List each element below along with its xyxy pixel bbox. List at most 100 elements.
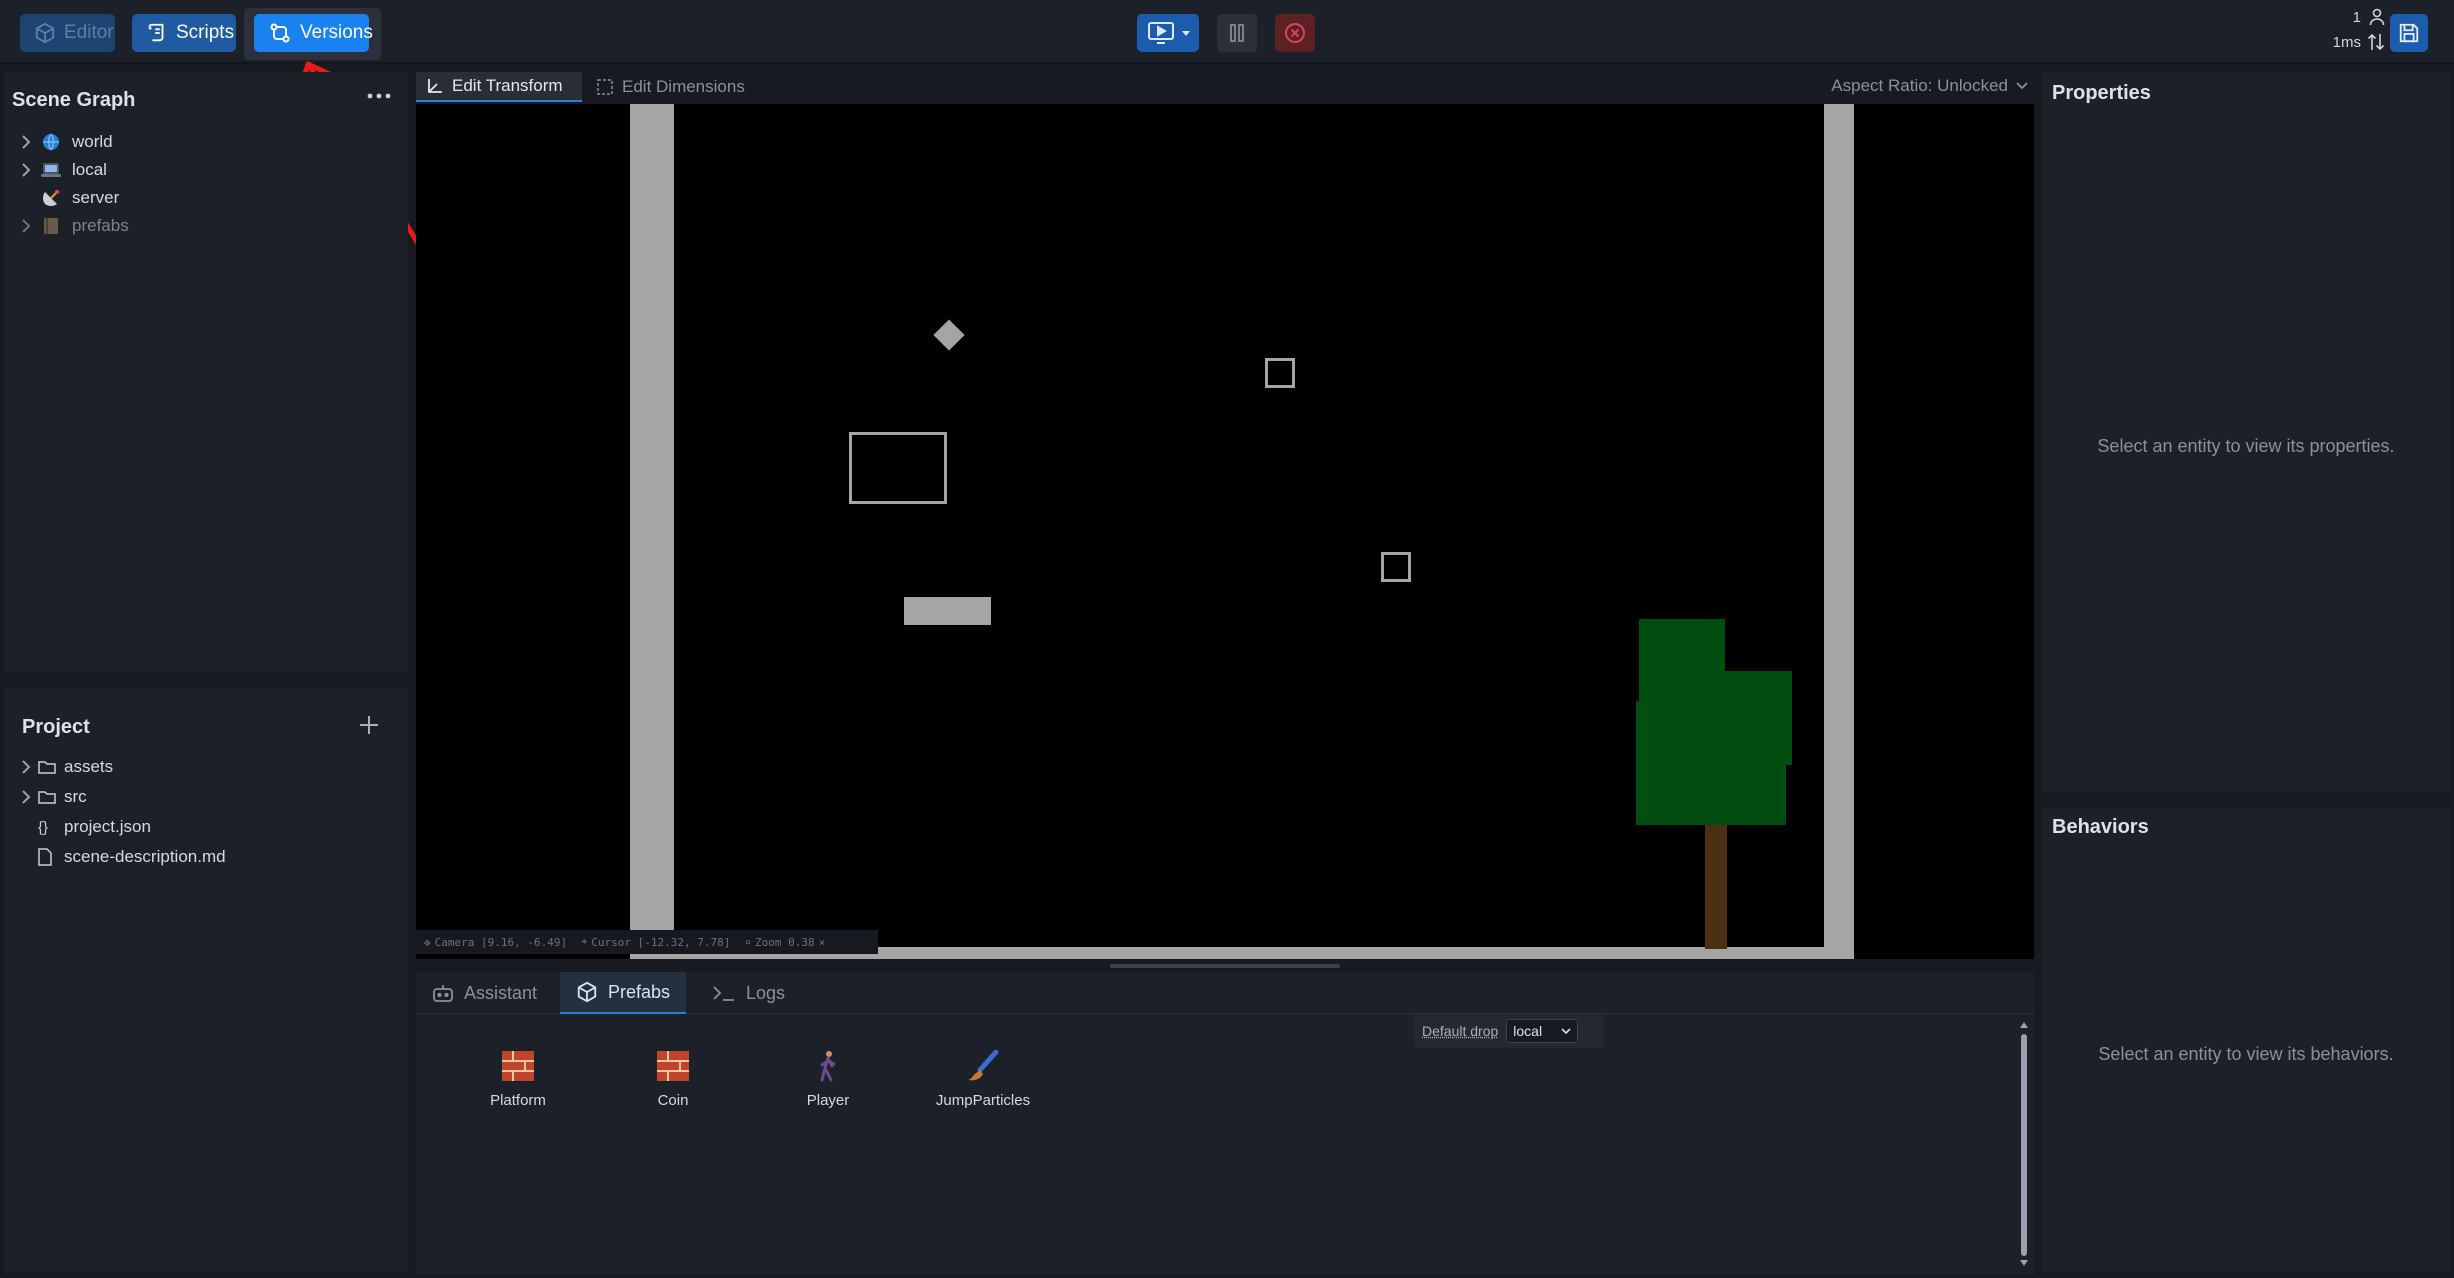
zoom-icon: ⌕ bbox=[744, 935, 751, 949]
user-icon bbox=[2369, 8, 2385, 26]
tree-item-local[interactable]: local bbox=[14, 157, 107, 183]
scripts-button[interactable]: Scripts bbox=[132, 14, 236, 52]
brick-icon bbox=[501, 1050, 535, 1082]
paintbrush-icon bbox=[966, 1050, 1000, 1082]
cursor-readout: ⌖ Cursor [-12.32, 7.78] bbox=[581, 935, 731, 949]
chevron-right-icon[interactable] bbox=[14, 760, 38, 774]
tab-edit-dimensions[interactable]: Edit Dimensions bbox=[586, 72, 766, 102]
pause-button[interactable] bbox=[1217, 14, 1257, 52]
rect-outline-entity[interactable] bbox=[849, 432, 947, 504]
tab-label: Edit Transform bbox=[452, 76, 563, 95]
laptop-icon bbox=[38, 161, 64, 179]
square-outline-entity[interactable] bbox=[1265, 358, 1295, 388]
chevron-down-icon bbox=[2016, 82, 2028, 90]
platform-entity[interactable] bbox=[904, 597, 991, 625]
chevron-right-icon[interactable] bbox=[14, 135, 38, 149]
close-icon[interactable]: × bbox=[819, 936, 826, 949]
close-circle-icon bbox=[1283, 21, 1307, 45]
tree-item-prefabs[interactable]: prefabs bbox=[14, 213, 129, 239]
chevron-down-icon bbox=[1561, 1027, 1571, 1035]
project-item-assets[interactable]: assets bbox=[14, 754, 113, 780]
tree-item-label: assets bbox=[64, 757, 114, 776]
editor-label: Editor bbox=[64, 22, 114, 43]
tab-label: Edit Dimensions bbox=[622, 77, 745, 96]
prefab-platform[interactable]: Platform bbox=[453, 1050, 583, 1130]
aspect-ratio-label: Aspect Ratio: Unlocked bbox=[1831, 76, 2008, 95]
prefab-label: Coin bbox=[657, 1092, 689, 1109]
prefab-player[interactable]: Player bbox=[763, 1050, 893, 1130]
project-panel: Project assets src {} project.json scene… bbox=[4, 688, 408, 1273]
versions-label: Versions bbox=[300, 22, 373, 43]
brick-icon bbox=[656, 1050, 690, 1082]
aspect-ratio-select[interactable]: Aspect Ratio: Unlocked bbox=[1831, 76, 2028, 96]
tab-prefabs[interactable]: Prefabs bbox=[560, 972, 687, 1014]
diamond-entity[interactable] bbox=[933, 319, 965, 351]
scene-graph-title: Scene Graph bbox=[12, 89, 136, 111]
project-item-src[interactable]: src bbox=[14, 784, 87, 810]
scroll-icon bbox=[146, 22, 168, 44]
camera-readout: ✥ Camera [9.16, -6.49] bbox=[424, 935, 568, 949]
cursor-icon: ⌖ bbox=[581, 935, 588, 948]
project-item-scene-description[interactable]: scene-description.md bbox=[14, 844, 226, 870]
tree-foliage bbox=[1716, 671, 1792, 765]
save-button[interactable] bbox=[2390, 14, 2428, 52]
prefab-label: Platform bbox=[490, 1092, 546, 1109]
scene-graph-panel: Scene Graph world local server prefabs bbox=[4, 72, 408, 672]
tree-item-label: prefabs bbox=[72, 216, 129, 235]
chevron-down-icon[interactable] bbox=[1181, 28, 1191, 38]
prefab-label: JumpParticles bbox=[935, 1092, 1031, 1109]
project-item-project-json[interactable]: {} project.json bbox=[14, 814, 151, 840]
prefab-coin[interactable]: Coin bbox=[608, 1050, 738, 1130]
tab-label: Assistant bbox=[464, 982, 538, 1003]
latency-value: 1ms bbox=[2332, 33, 2361, 51]
robot-icon bbox=[432, 983, 454, 1003]
chevron-right-icon[interactable] bbox=[14, 790, 38, 804]
left-wall bbox=[630, 104, 674, 959]
behaviors-empty-message: Select an entity to view its behaviors. bbox=[2098, 1044, 2394, 1064]
move-icon: ✥ bbox=[424, 935, 431, 949]
default-drop-select[interactable]: local bbox=[1506, 1019, 1579, 1043]
tree-item-world[interactable]: world bbox=[14, 129, 113, 155]
tab-assistant[interactable]: Assistant bbox=[416, 972, 553, 1014]
cube-icon bbox=[34, 22, 56, 44]
tree-item-label: src bbox=[64, 787, 87, 806]
stop-button[interactable] bbox=[1275, 14, 1315, 52]
add-icon[interactable] bbox=[358, 714, 380, 736]
git-compare-icon bbox=[268, 21, 292, 45]
properties-title: Properties bbox=[2052, 82, 2151, 104]
default-drop-value: local bbox=[1513, 1023, 1543, 1039]
person-walking-icon bbox=[818, 1050, 838, 1082]
tree-trunk bbox=[1705, 824, 1727, 949]
tree-item-server[interactable]: server bbox=[14, 185, 119, 211]
prefab-jumpparticles[interactable]: JumpParticles bbox=[918, 1050, 1048, 1130]
default-drop-control: Default drop local bbox=[1414, 1014, 1604, 1048]
resize-handle[interactable] bbox=[1110, 964, 1340, 968]
tree-item-label: world bbox=[72, 132, 113, 151]
chevron-right-icon[interactable] bbox=[14, 163, 38, 177]
square-outline-entity[interactable] bbox=[1381, 552, 1411, 582]
tree-item-label: local bbox=[72, 160, 107, 179]
sync-arrows-icon bbox=[2367, 32, 2385, 52]
properties-panel: Properties Select an entity to view its … bbox=[2042, 72, 2450, 792]
behaviors-title: Behaviors bbox=[2052, 816, 2149, 838]
tab-label: Prefabs bbox=[608, 981, 671, 1002]
folder-icon bbox=[38, 759, 58, 775]
default-drop-label: Default drop bbox=[1422, 1023, 1499, 1039]
versions-button[interactable]: Versions bbox=[254, 14, 373, 52]
project-title: Project bbox=[22, 716, 90, 738]
prefab-scrollbar[interactable] bbox=[2018, 1018, 2030, 1270]
bottom-tabs: Assistant Prefabs Logs bbox=[416, 972, 2034, 1014]
scene-viewport[interactable]: ✥ Camera [9.16, -6.49] ⌖ Cursor [-12.32, 7… bbox=[416, 104, 2034, 959]
tab-logs[interactable]: Logs bbox=[696, 972, 801, 1014]
zoom-readout: ⌕ Zoom 0.38 × bbox=[744, 935, 826, 949]
folder-icon bbox=[38, 789, 58, 805]
globe-icon bbox=[38, 132, 64, 152]
editor-button[interactable]: Editor bbox=[20, 14, 115, 52]
floppy-disk-icon bbox=[2398, 22, 2420, 44]
viewport-toolbar: Edit Transform Edit Dimensions Aspect Ra… bbox=[416, 70, 2034, 104]
terminal-icon bbox=[712, 984, 736, 1002]
more-options-icon[interactable] bbox=[366, 90, 392, 102]
tab-edit-transform[interactable]: Edit Transform bbox=[416, 72, 582, 102]
play-mode-button[interactable] bbox=[1137, 14, 1199, 52]
chevron-right-icon[interactable] bbox=[14, 219, 38, 233]
